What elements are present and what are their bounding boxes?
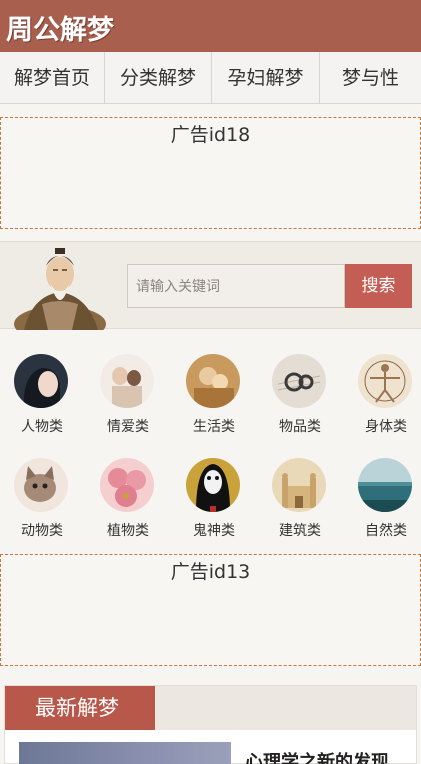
nav-item-pregnancy[interactable]: 孕妇解梦 [212, 52, 320, 104]
latest-dreams-panel: 最新解梦 心理学之新的发现 [4, 685, 417, 764]
article-thumbnail[interactable] [19, 742, 231, 764]
category-label: 身体类 [365, 419, 407, 435]
article-title[interactable]: 心理学之新的发现 [245, 748, 389, 764]
ghost-mask-icon [186, 458, 240, 512]
search-input[interactable] [127, 264, 345, 308]
category-objects[interactable]: 物品类 [258, 340, 342, 440]
category-plants[interactable]: 植物类 [86, 444, 170, 544]
category-label: 鬼神类 [193, 523, 235, 539]
sage-portrait-icon [14, 248, 106, 330]
couple-icon [100, 354, 154, 408]
latest-header: 最新解梦 [5, 686, 416, 730]
search-band: 搜索 [0, 241, 421, 330]
category-label: 建筑类 [279, 523, 321, 539]
vitruvian-man-icon [358, 354, 412, 408]
category-label: 物品类 [279, 419, 321, 435]
cat-icon [14, 458, 68, 512]
ad-slot-middle[interactable]: 广告id13 [0, 554, 421, 666]
site-logo[interactable]: 周公解梦 [6, 8, 114, 47]
building-icon [272, 458, 326, 512]
category-love[interactable]: 情爱类 [86, 340, 170, 440]
nav-item-home[interactable]: 解梦首页 [0, 52, 105, 104]
category-people[interactable]: 人物类 [0, 340, 84, 440]
ad-label: 广告id18 [170, 124, 251, 146]
nav-item-category[interactable]: 分类解梦 [105, 52, 212, 104]
category-label: 动物类 [21, 523, 63, 539]
headphones-icon [272, 354, 326, 408]
category-label: 人物类 [21, 419, 63, 435]
category-buildings[interactable]: 建筑类 [258, 444, 342, 544]
category-nature[interactable]: 自然类 [344, 444, 421, 544]
ad-label: 广告id13 [170, 561, 251, 583]
flower-icon [100, 458, 154, 512]
landscape-icon [358, 458, 412, 512]
family-icon [186, 354, 240, 408]
category-animals[interactable]: 动物类 [0, 444, 84, 544]
nav-item-sex[interactable]: 梦与性 [320, 52, 421, 104]
category-life[interactable]: 生活类 [172, 340, 256, 440]
category-label: 生活类 [193, 419, 235, 435]
woman-portrait-icon [14, 354, 68, 408]
category-ghosts[interactable]: 鬼神类 [172, 444, 256, 544]
tab-latest[interactable]: 最新解梦 [5, 686, 155, 730]
category-label: 情爱类 [107, 419, 149, 435]
header-bar: 周公解梦 [0, 0, 421, 52]
category-grid: 人物类 情爱类 生活类 物品类 身体类 动物类 植物类 鬼神类 建筑类 自然类 [0, 340, 421, 550]
category-label: 自然类 [365, 523, 407, 539]
category-label: 植物类 [107, 523, 149, 539]
category-body[interactable]: 身体类 [344, 340, 421, 440]
ad-slot-top[interactable]: 广告id18 [0, 117, 421, 229]
main-nav: 解梦首页 分类解梦 孕妇解梦 梦与性 [0, 52, 421, 104]
search-button[interactable]: 搜索 [345, 264, 412, 308]
